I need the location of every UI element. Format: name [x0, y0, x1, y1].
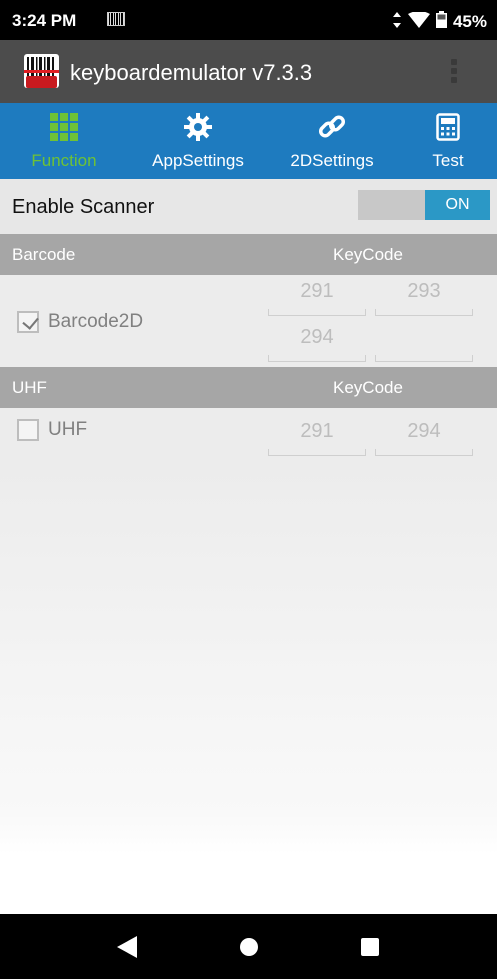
- data-arrows-icon: [392, 11, 402, 33]
- toggle-on-label: ON: [425, 190, 490, 220]
- wifi-icon: [407, 10, 430, 33]
- field-underline: [268, 309, 366, 316]
- uhf-label: UHF: [48, 419, 88, 440]
- keycode-header-label: KeyCode: [333, 378, 403, 397]
- uhf-keycode-1[interactable]: 291: [268, 416, 366, 456]
- tab-appsettings[interactable]: AppSettings: [140, 103, 256, 179]
- grid-icon: [50, 109, 78, 145]
- field-underline: [375, 309, 473, 316]
- enable-scanner-label: Enable Scanner: [12, 196, 155, 218]
- barcode-header-label: Barcode: [12, 245, 76, 264]
- barcode2d-keycode-3[interactable]: 294: [268, 322, 366, 362]
- uhf-keycode-2[interactable]: 294: [375, 416, 473, 456]
- battery-percent: 45%: [452, 12, 487, 31]
- status-indicators: 45%: [392, 10, 487, 33]
- uhf-checkbox-row[interactable]: UHF: [17, 419, 87, 441]
- barcode-notification-icon: [107, 12, 125, 26]
- barcode-section-header: Barcode KeyCode: [0, 234, 497, 275]
- barcode2d-keycode-1[interactable]: 291: [268, 276, 366, 316]
- status-time: 3:24 PM: [12, 11, 77, 30]
- keycode-value: 294: [407, 420, 441, 442]
- field-underline: [375, 449, 473, 456]
- barcode2d-label: Barcode2D: [48, 311, 144, 332]
- status-bar: 3:24 PM 45%: [0, 0, 497, 40]
- uhf-header-label: UHF: [12, 378, 47, 397]
- recents-button[interactable]: [355, 932, 385, 962]
- tab-2dsettings[interactable]: 2DSettings: [277, 103, 387, 179]
- tab-label: 2DSettings: [290, 151, 374, 170]
- uhf-section-header: UHF KeyCode: [0, 367, 497, 408]
- tab-label: Function: [31, 151, 97, 170]
- keycode-value: 291: [300, 280, 334, 302]
- field-underline: [268, 355, 366, 362]
- keycode-value: 293: [407, 280, 441, 302]
- barcode2d-keycode-4[interactable]: [375, 322, 473, 362]
- keycode-value: 294: [300, 326, 334, 348]
- barcode2d-checkbox-row[interactable]: Barcode2D: [17, 311, 143, 333]
- enable-scanner-toggle[interactable]: ON: [358, 190, 490, 220]
- app-title: keyboardemulator v7.3.3: [70, 60, 313, 85]
- tab-bar: Function AppSettings 2DSettings Test: [0, 103, 497, 179]
- uhf-checkbox[interactable]: [17, 419, 39, 441]
- empty-content-area: [0, 464, 497, 854]
- calculator-icon: [436, 109, 460, 145]
- barcode-scanner-logo-icon: [24, 54, 59, 88]
- tab-label: AppSettings: [152, 151, 244, 170]
- tab-label: Test: [432, 151, 464, 170]
- barcode2d-checkbox[interactable]: [17, 311, 39, 333]
- overflow-menu-icon[interactable]: [450, 56, 458, 88]
- keycode-value: 291: [300, 420, 334, 442]
- navigation-bar: [0, 914, 497, 979]
- app-bar: keyboardemulator v7.3.3: [0, 40, 497, 103]
- recents-square-icon: [361, 938, 379, 956]
- tab-function[interactable]: Function: [8, 103, 120, 179]
- field-underline: [268, 449, 366, 456]
- gear-icon: [184, 109, 212, 145]
- checkmark-icon: [22, 312, 39, 330]
- back-button[interactable]: [112, 932, 142, 962]
- field-underline: [375, 355, 473, 362]
- tab-test[interactable]: Test: [412, 103, 484, 179]
- battery-icon: [435, 11, 447, 33]
- keycode-header-label: KeyCode: [333, 245, 403, 264]
- back-triangle-icon: [117, 936, 137, 958]
- barcode2d-keycode-2[interactable]: 293: [375, 276, 473, 316]
- home-circle-icon: [240, 938, 258, 956]
- link-icon: [317, 109, 347, 145]
- home-button[interactable]: [234, 932, 264, 962]
